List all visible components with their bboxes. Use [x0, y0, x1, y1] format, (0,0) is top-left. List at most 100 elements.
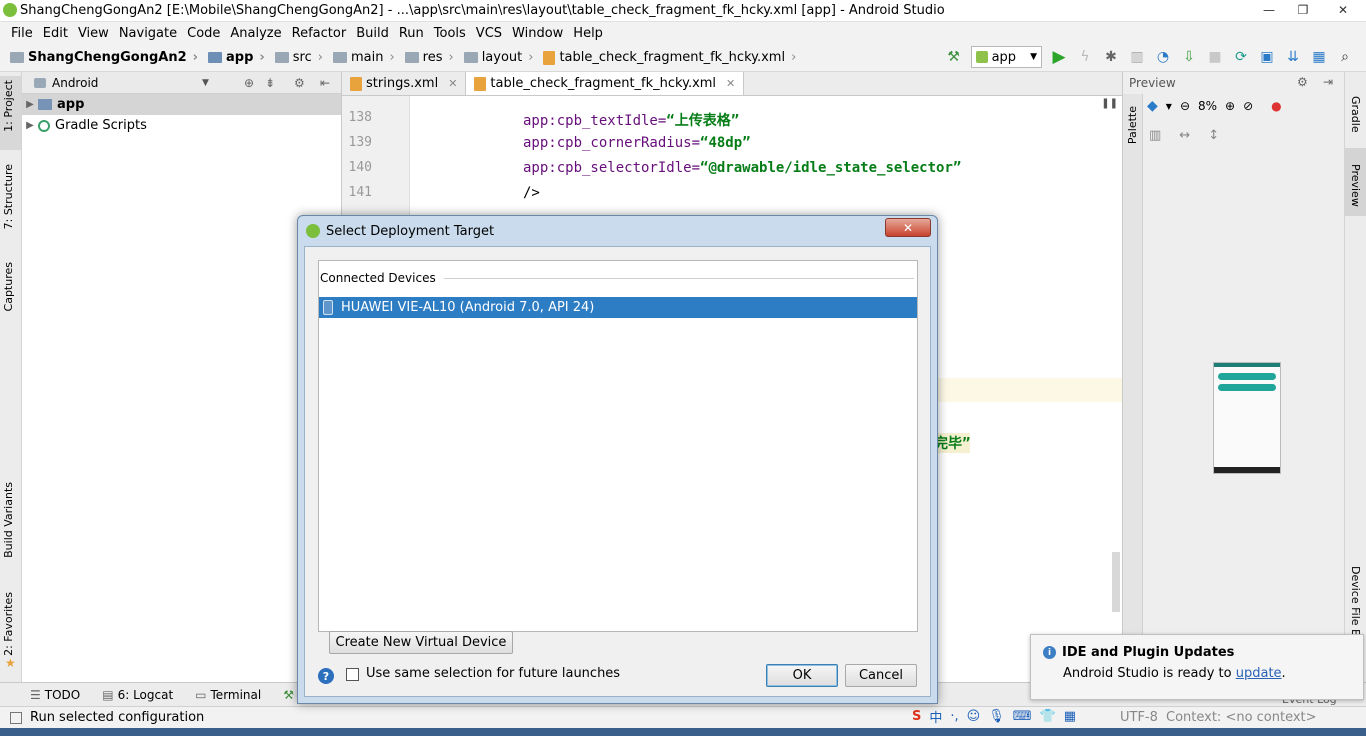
chevron-down-icon[interactable]: ▼ [202, 78, 209, 88]
help-icon[interactable]: ? [318, 668, 334, 684]
zoom-in-icon[interactable]: ⊕ [1225, 99, 1235, 113]
menu-build[interactable]: Build [351, 26, 394, 41]
minimize-button[interactable]: — [1252, 0, 1286, 20]
dialog-close-button[interactable]: ✕ [885, 218, 931, 237]
breadcrumb-src[interactable]: src › [265, 50, 323, 65]
menu-view[interactable]: View [73, 26, 114, 41]
menu-file[interactable]: File [6, 26, 38, 41]
hammer-icon[interactable]: ⚒ [944, 47, 964, 67]
emoji-icon[interactable]: ☺ [967, 709, 981, 724]
palette-tab-label[interactable]: Palette [1126, 106, 1139, 144]
menu-tools[interactable]: Tools [429, 26, 471, 41]
debug-icon[interactable]: ✱ [1101, 47, 1121, 67]
menu-run[interactable]: Run [394, 26, 429, 41]
device-preview-thumbnail[interactable] [1213, 362, 1281, 474]
favorites-tool-label[interactable]: 2: Favorites [2, 592, 15, 656]
microphone-icon[interactable]: 🎙 [988, 709, 1005, 724]
avd-manager-icon[interactable]: ▣ [1257, 47, 1277, 67]
project-structure-icon[interactable]: ▦ [1309, 47, 1329, 67]
context-label[interactable]: Context: <no context> [1166, 710, 1317, 725]
stop-icon[interactable]: ■ [1205, 47, 1225, 67]
keyboard-icon[interactable]: ⌨ [1013, 709, 1032, 724]
collapse-icon[interactable]: ⇟ [265, 76, 275, 90]
chevron-down-icon[interactable]: ▼ [1166, 102, 1172, 111]
panel-toggle-icon[interactable] [10, 711, 22, 724]
sdk-manager-icon[interactable]: ⇊ [1283, 47, 1303, 67]
menu-navigate[interactable]: Navigate [114, 26, 182, 41]
update-notification[interactable]: i IDE and Plugin Updates Android Studio … [1030, 634, 1364, 700]
create-virtual-device-button[interactable]: Create New Virtual Device [329, 631, 513, 654]
menu-window[interactable]: Window [507, 26, 568, 41]
structure-tool-label[interactable]: 7: Structure [2, 164, 15, 229]
cancel-button[interactable]: Cancel [845, 664, 917, 687]
tab-strings-xml[interactable]: strings.xml ✕ [342, 72, 467, 95]
captures-tool-label[interactable]: Captures [2, 262, 15, 311]
search-icon[interactable]: ⌕ [1335, 47, 1355, 67]
error-icon[interactable]: ● [1271, 99, 1281, 113]
gear-icon[interactable]: ⚙ [294, 76, 305, 90]
shirt-icon[interactable]: 👕 [1040, 709, 1056, 724]
editor-scrollbar[interactable] [1112, 552, 1120, 612]
encoding-label[interactable]: UTF-8 [1120, 710, 1158, 725]
device-row-huawei[interactable]: HUAWEI VIE-AL10 (Android 7.0, API 24) [319, 297, 917, 318]
code-fragment[interactable]: 完毕” [934, 433, 971, 453]
menu-refactor[interactable]: Refactor [287, 26, 352, 41]
same-selection-label[interactable]: Use same selection for future launches [366, 666, 620, 681]
expand-triangle-icon[interactable]: ▶ [22, 99, 38, 110]
breadcrumb-main[interactable]: main › [323, 50, 395, 65]
ime-chinese-icon[interactable]: 中 [929, 707, 942, 726]
attach-debugger-icon[interactable]: ⇩ [1179, 47, 1199, 67]
sync-gradle-icon[interactable]: ⟳ [1231, 47, 1251, 67]
code-line[interactable]: app:cpb_textIdle=“上传表格” [523, 110, 739, 130]
close-tab-icon[interactable]: ✕ [448, 77, 457, 90]
tab-layout-xml[interactable]: table_check_fragment_fk_hcky.xml ✕ [466, 72, 745, 95]
logcat-tab[interactable]: ▤ 6: Logcat [102, 688, 173, 702]
code-line[interactable]: app:cpb_selectorIdle=“@drawable/idle_sta… [523, 160, 961, 176]
ime-punctuation-icon[interactable]: ·, [950, 709, 958, 724]
update-link[interactable]: update [1236, 666, 1282, 681]
layers-icon[interactable]: ◆ [1147, 98, 1158, 114]
horizontal-resize-icon[interactable]: ↔ [1179, 128, 1190, 143]
build-variants-tool-label[interactable]: Build Variants [2, 482, 15, 558]
gear-icon[interactable]: ⚙ [1297, 75, 1308, 89]
menu-edit[interactable]: Edit [38, 26, 73, 41]
zoom-fit-icon[interactable]: ⊘ [1243, 99, 1253, 113]
menu-help[interactable]: Help [568, 26, 608, 41]
gradle-tool-label[interactable]: Gradle [1349, 96, 1362, 133]
expand-triangle-icon[interactable]: ▶ [22, 120, 38, 131]
maximize-button[interactable]: ❐ [1286, 0, 1320, 20]
ok-button[interactable]: OK [766, 664, 838, 687]
close-tab-icon[interactable]: ✕ [726, 77, 735, 90]
code-line[interactable]: /> [523, 185, 540, 201]
device-file-explorer-label[interactable]: Device File E [1349, 566, 1362, 636]
code-line[interactable]: app:cpb_cornerRadius=“48dp” [523, 135, 751, 151]
hide-panel-icon[interactable]: ⇤ [320, 76, 330, 90]
same-selection-checkbox[interactable] [346, 668, 359, 681]
todo-tab[interactable]: ☰ TODO [30, 688, 80, 702]
close-button[interactable]: ✕ [1320, 0, 1366, 20]
run-config-select[interactable]: app ▼ [970, 46, 1042, 68]
menu-code[interactable]: Code [182, 26, 225, 41]
breadcrumb-res[interactable]: res › [395, 50, 454, 65]
breadcrumb-file[interactable]: table_check_fragment_fk_hcky.xml › [533, 50, 796, 65]
tree-item-gradle-scripts[interactable]: ▶ Gradle Scripts [22, 115, 341, 136]
vertical-resize-icon[interactable]: ↕ [1208, 128, 1219, 143]
split-icon[interactable]: ▥ [1149, 128, 1161, 143]
hide-panel-icon[interactable]: ⇥ [1323, 75, 1333, 89]
tree-item-app[interactable]: ▶ app [22, 94, 341, 115]
locate-icon[interactable]: ⊕ [244, 76, 254, 90]
apply-changes-icon[interactable]: ϟ [1075, 47, 1095, 67]
zoom-out-icon[interactable]: ⊖ [1180, 99, 1190, 113]
profile-icon[interactable]: ◔ [1153, 47, 1173, 67]
project-view-select[interactable]: Android [52, 76, 98, 90]
breadcrumb-app[interactable]: app › [198, 50, 265, 65]
breadcrumb-project[interactable]: ShangChengGongAn2 › [0, 50, 198, 65]
run-icon[interactable]: ▶ [1049, 47, 1069, 67]
coverage-icon[interactable]: ▥ [1127, 47, 1147, 67]
terminal-tab[interactable]: ▭ Terminal [195, 688, 261, 702]
preview-tool-label[interactable]: Preview [1349, 164, 1362, 207]
breadcrumb-layout[interactable]: layout › [454, 50, 533, 65]
menu-analyze[interactable]: Analyze [225, 26, 286, 41]
menu-vcs[interactable]: VCS [471, 26, 507, 41]
project-tool-label[interactable]: 1: Project [2, 80, 15, 132]
